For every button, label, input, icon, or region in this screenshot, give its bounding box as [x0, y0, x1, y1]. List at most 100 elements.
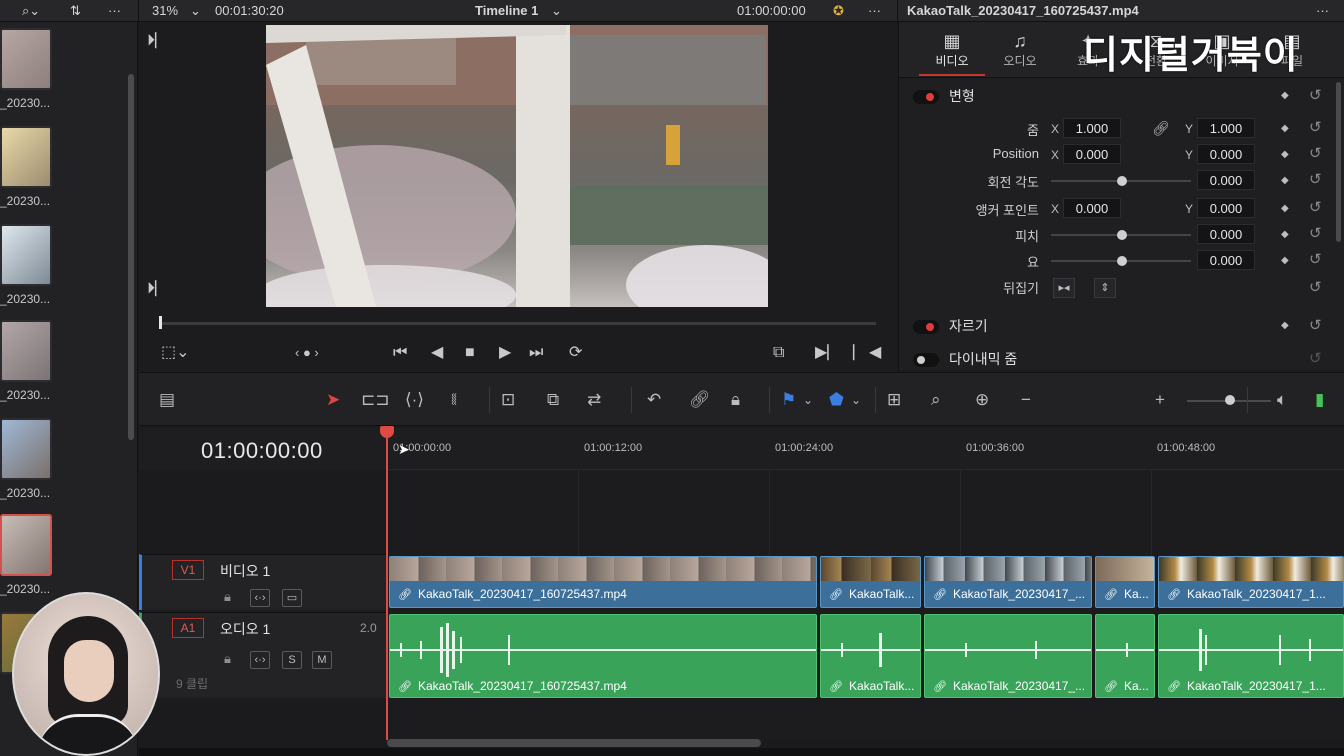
skip-to-start-icon[interactable]: ⏮ [393, 344, 407, 362]
zoom-y-field[interactable]: 1.000 [1197, 118, 1255, 138]
media-pool-scrollbar[interactable] [128, 74, 134, 440]
audio-track-header[interactable]: A1 오디오 1 2.0 🔒︎ ‹·› S M 9 클립 [139, 612, 387, 698]
audio-track-id[interactable]: A1 [172, 618, 204, 638]
flip-horizontal-button[interactable]: ▸◂ [1053, 278, 1075, 298]
crop-section-header[interactable]: 자르기 [913, 316, 988, 336]
video-track-header[interactable]: V1 비디오 1 🔒︎ ‹·› ▭ [139, 554, 387, 610]
reset-icon[interactable]: ↺ [1309, 86, 1322, 104]
viewer-zoom[interactable]: 31% [152, 2, 178, 20]
zoom-out-icon[interactable]: − [1021, 390, 1031, 410]
linked-selection-icon[interactable]: 🔗︎ [689, 390, 711, 410]
track-output-icon[interactable]: ▭ [282, 589, 302, 607]
pitch-field[interactable]: 0.000 [1197, 224, 1255, 244]
reset-icon[interactable]: ↺ [1309, 118, 1322, 136]
flag-icon[interactable]: ⚑ [781, 390, 796, 410]
pitch-slider[interactable] [1051, 230, 1191, 240]
clip-thumbnail[interactable] [0, 126, 52, 188]
previous-edit-icon[interactable]: ⎸◀ [853, 344, 881, 362]
go-to-end-icon[interactable]: ⏵⎸ [147, 280, 171, 298]
insert-clip-icon[interactable]: ⊡ [501, 390, 515, 410]
transform-toggle[interactable] [913, 90, 939, 105]
custom-zoom-icon[interactable]: ⊕ [975, 390, 989, 410]
skip-to-end-icon[interactable]: ⏭ [529, 344, 543, 362]
video-clip[interactable]: 🔗︎ KakaoTalk... [820, 556, 921, 608]
anchor-x-field[interactable]: 0.000 [1063, 198, 1121, 218]
clip-thumbnail[interactable] [0, 418, 52, 480]
zoom-x-field[interactable]: 1.000 [1063, 118, 1121, 138]
reset-icon[interactable]: ↺ [1309, 250, 1322, 268]
timeline-horizontal-scrollbar[interactable] [387, 739, 761, 747]
go-to-start-icon[interactable]: ⏵⎸ [147, 32, 171, 50]
selection-tool-icon[interactable]: ➤ [326, 390, 340, 410]
timeline-ruler[interactable]: 01:00:00:00 01:00:12:00 01:00:24:00 01:0… [387, 428, 1344, 470]
lock-icon[interactable]: 🔒︎ [224, 651, 231, 667]
timeline-name[interactable]: Timeline 1 [475, 2, 538, 20]
crop-view-icon[interactable]: ⬚⌄ [161, 344, 190, 362]
clip-thumbnail[interactable] [0, 28, 52, 90]
zoom-detail-icon[interactable]: ⌕ [931, 390, 941, 410]
jog-control-icon[interactable]: ‹ ● › [295, 344, 319, 362]
slider-knob[interactable] [1117, 176, 1127, 186]
zoom-in-icon[interactable]: + [1155, 390, 1165, 410]
timeline-zoom-slider[interactable] [1187, 395, 1271, 405]
anchor-y-field[interactable]: 0.000 [1197, 198, 1255, 218]
audio-clip[interactable]: 🔗︎ KakaoTalk_20230417_160725437.mp4 [389, 614, 817, 698]
clip-thumbnail-selected[interactable] [0, 514, 52, 576]
auto-select-icon[interactable]: ‹·› [250, 651, 270, 669]
keyframe-diamond-icon[interactable]: ◆ [1281, 90, 1289, 101]
reset-icon[interactable]: ↺ [1309, 278, 1322, 296]
video-clip[interactable]: 🔗︎ Ka... [1095, 556, 1155, 608]
blade-tool-icon[interactable]: ⧛ [451, 390, 457, 410]
reset-icon[interactable]: ↺ [1309, 316, 1322, 334]
dynamic-zoom-section-header[interactable]: 다이내믹 줌 [913, 349, 1017, 369]
marker-dropdown-icon[interactable]: ⌄ [851, 390, 861, 410]
sort-icon[interactable]: ⇅ [70, 2, 81, 20]
marker-icon[interactable]: ⬟ [829, 390, 844, 410]
flag-dropdown-icon[interactable]: ⌄ [803, 390, 813, 410]
zoom-slider-knob[interactable] [1225, 395, 1235, 405]
scrubber-handle[interactable] [159, 316, 162, 329]
slider-knob[interactable] [1117, 256, 1127, 266]
lock-icon[interactable]: 🔒︎ [224, 589, 231, 605]
tab-audio[interactable]: ♫ 오디오 [987, 30, 1053, 69]
reset-icon[interactable]: ↺ [1309, 349, 1322, 367]
more-options-icon[interactable]: ··· [108, 2, 121, 20]
trim-tool-icon[interactable]: ⊏⊐ [361, 390, 390, 410]
viewer-options-icon[interactable]: ··· [868, 2, 881, 20]
inspector-scrollbar[interactable] [1336, 82, 1341, 242]
viewer-scrubber[interactable] [159, 316, 876, 329]
video-clip[interactable]: 🔗︎ KakaoTalk_20230417_1... [1158, 556, 1344, 608]
yaw-slider[interactable] [1051, 256, 1191, 266]
slider-knob[interactable] [1117, 230, 1127, 240]
crop-toggle[interactable] [913, 320, 939, 335]
dynamic-zoom-toggle[interactable] [913, 353, 939, 368]
video-track-name[interactable]: 비디오 1 [220, 561, 270, 581]
position-x-field[interactable]: 0.000 [1063, 144, 1121, 164]
chevron-down-icon[interactable]: ⌄ [190, 2, 201, 20]
color-wheel-icon[interactable]: ✪ [833, 2, 844, 20]
auto-select-icon[interactable]: ‹·› [250, 589, 270, 607]
clip-thumbnail[interactable] [0, 224, 52, 286]
timeline-timecode[interactable]: 01:00:00:00 [201, 438, 323, 464]
reset-icon[interactable]: ↺ [1309, 170, 1322, 188]
snapping-icon[interactable]: ↶ [647, 390, 661, 410]
replace-clip-icon[interactable]: ⇄ [587, 390, 601, 410]
keyframe-diamond-icon[interactable]: ◆ [1281, 320, 1289, 331]
zoom-to-fit-icon[interactable]: ⊞ [887, 390, 901, 410]
keyframe-diamond-icon[interactable]: ◆ [1281, 123, 1289, 134]
dynamic-trim-icon[interactable]: ⟨·⟩ [405, 390, 424, 410]
link-icon[interactable]: 🔗︎ [1152, 120, 1170, 137]
play-icon[interactable]: ▶ [499, 344, 511, 362]
yaw-field[interactable]: 0.000 [1197, 250, 1255, 270]
mute-button[interactable]: M [312, 651, 332, 669]
solo-button[interactable]: S [282, 651, 302, 669]
tab-video[interactable]: ▦ 비디오 [919, 30, 985, 69]
transform-section-header[interactable]: 변형 [913, 86, 975, 106]
inspector-options-icon[interactable]: ··· [1316, 2, 1329, 20]
next-edit-icon[interactable]: ▶⎸ [815, 344, 843, 362]
video-track-id[interactable]: V1 [172, 560, 204, 580]
step-back-icon[interactable]: ◀ [431, 344, 443, 362]
keyframe-diamond-icon[interactable]: ◆ [1281, 149, 1289, 160]
keyframe-diamond-icon[interactable]: ◆ [1281, 255, 1289, 266]
keyframe-diamond-icon[interactable]: ◆ [1281, 203, 1289, 214]
